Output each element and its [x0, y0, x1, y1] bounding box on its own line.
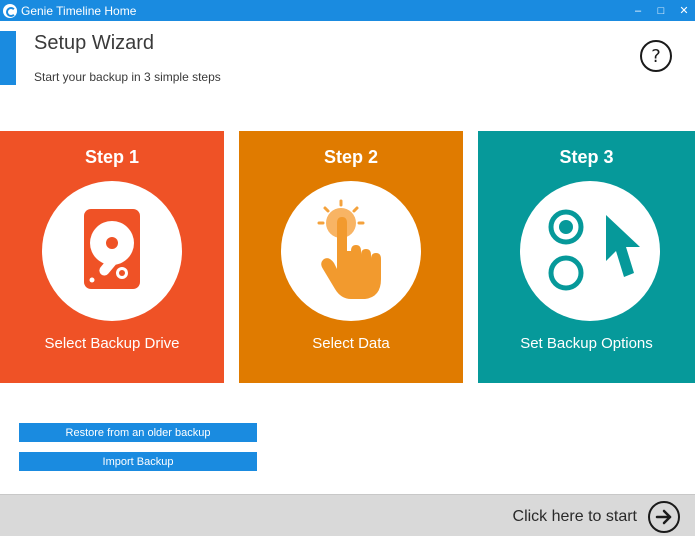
- maximize-icon[interactable]: □: [656, 5, 666, 17]
- step-3-icon-circle: [520, 181, 660, 321]
- step-1-tile[interactable]: Step 1 Select Backup Drive: [0, 131, 224, 383]
- options-cursor-icon: [548, 209, 640, 291]
- help-icon: ?: [651, 45, 661, 67]
- app-window: Genie Timeline Home – □ ✕ Setup Wizard S…: [0, 0, 695, 536]
- title-bar: Genie Timeline Home – □ ✕: [0, 0, 695, 21]
- import-backup-button[interactable]: Import Backup: [19, 452, 257, 471]
- app-logo-icon: [3, 3, 17, 18]
- minimize-icon[interactable]: –: [633, 5, 643, 17]
- start-button[interactable]: [648, 501, 680, 533]
- step-2-tile[interactable]: Step 2 Select Data: [239, 131, 463, 383]
- restore-backup-button[interactable]: Restore from an older backup: [19, 423, 257, 442]
- page-subtitle: Start your backup in 3 simple steps: [34, 70, 221, 84]
- footer-bar: Click here to start: [0, 494, 695, 536]
- help-button[interactable]: ?: [640, 40, 672, 72]
- step-1-title: Step 1: [84, 147, 140, 167]
- window-controls: – □ ✕: [633, 0, 689, 21]
- touch-hand-icon: [317, 199, 381, 299]
- step-1-icon-circle: [42, 181, 182, 321]
- hard-drive-icon: [84, 209, 140, 289]
- window-title: Genie Timeline Home: [21, 3, 137, 18]
- step-2-title: Step 2: [323, 147, 379, 167]
- step-3-title: Step 3: [559, 147, 614, 167]
- start-label[interactable]: Click here to start: [513, 508, 637, 526]
- step-1-label: Select Backup Drive: [44, 335, 180, 352]
- arrow-right-circle-icon: [655, 509, 672, 525]
- step-2-icon-circle: [281, 181, 421, 321]
- close-icon[interactable]: ✕: [679, 4, 689, 17]
- step-3-label: Set Backup Options: [520, 335, 653, 352]
- page-title: Setup Wizard: [34, 32, 155, 54]
- header-accent-bar: [0, 31, 16, 85]
- step-2-label: Select Data: [312, 335, 390, 352]
- step-3-tile[interactable]: Step 3 Set Backup Options: [478, 131, 695, 383]
